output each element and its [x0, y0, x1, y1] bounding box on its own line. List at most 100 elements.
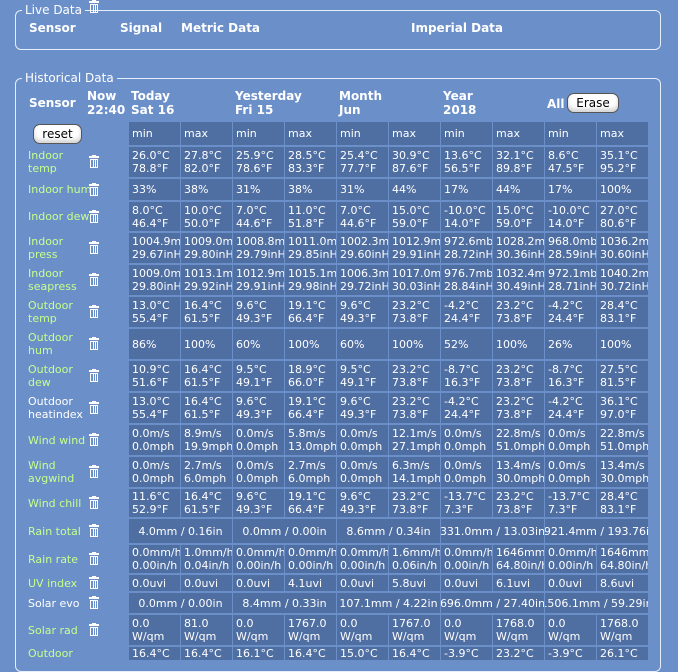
value-line: 4.1uvi	[288, 576, 323, 590]
value-line: 73.8°F	[392, 312, 429, 325]
header-month: Month Jun	[339, 89, 382, 117]
value-line: 0.0m/s	[340, 459, 378, 472]
value-line: 19.1°C	[288, 490, 326, 503]
value-cell: 26.0°C 78.8°F	[129, 147, 180, 177]
value-line: 0.0mph	[132, 472, 175, 485]
trash-icon[interactable]	[88, 210, 100, 223]
trash-icon[interactable]	[88, 433, 100, 446]
value-line: 100%	[496, 337, 528, 351]
value-cell: 81.0 W/qm	[181, 615, 232, 645]
value-line: 38%	[184, 183, 209, 196]
value-cell: 0.0uvi	[337, 575, 388, 591]
value-line: 6.1uvi	[496, 576, 531, 590]
value-line: 30.9°C	[392, 149, 430, 162]
value-line: 0.0uvi	[340, 576, 375, 590]
value-cell: 0.0mm/h 0.00in/h	[285, 545, 336, 573]
merged-value-cell: 4.0mm / 0.16in	[129, 519, 232, 543]
value-line: 59.0°F	[496, 216, 533, 230]
trash-icon[interactable]	[88, 183, 100, 196]
trash-icon[interactable]	[88, 401, 100, 414]
value-cell: 0.0m/s 0.0mph	[441, 457, 492, 487]
value-line: -10.0°C	[444, 203, 486, 217]
sensor-label-line: Solar evo	[28, 596, 80, 610]
value-line: 0.00in/h	[288, 559, 334, 572]
trash-icon[interactable]	[88, 337, 100, 350]
value-line: 0.0	[340, 617, 358, 630]
value-line: 61.5°F	[184, 503, 221, 516]
value-line: 49.3°F	[340, 503, 377, 516]
value-line: 61.5°F	[184, 408, 221, 421]
value-line: 38%	[288, 183, 313, 196]
trash-icon[interactable]	[88, 596, 100, 609]
value-cell: 27.0°C 80.6°F	[597, 202, 648, 231]
trash-icon[interactable]	[88, 496, 100, 509]
trash-icon[interactable]	[88, 241, 100, 254]
trash-icon[interactable]	[88, 465, 100, 478]
value-line: 1768.0	[600, 617, 639, 630]
value-line: 23.2°C	[496, 647, 534, 660]
sensor-label-line: Wind chill	[28, 496, 82, 510]
erase-button[interactable]: Erase	[567, 93, 619, 113]
value-line: 16.1°C	[236, 647, 274, 660]
value-line: 73.8°F	[496, 408, 533, 421]
trash-icon[interactable]	[88, 524, 100, 537]
value-line: 95.2°F	[600, 162, 637, 175]
value-cell: -8.7°C 16.3°F	[441, 361, 492, 391]
value-line: 1768.0	[496, 617, 535, 630]
value-line: 51.8°F	[288, 216, 325, 230]
minmax-header-cell: max	[389, 122, 440, 145]
value-cell: 1013.1mb29.92inHg	[181, 265, 232, 295]
value-line: -8.7°C	[548, 363, 583, 376]
trash-icon[interactable]	[88, 155, 100, 168]
header-today: Today Sat 16	[131, 89, 174, 117]
value-cell: 0.0 W/qm	[441, 615, 492, 645]
trash-icon[interactable]	[88, 0, 100, 13]
trash-icon[interactable]	[88, 623, 100, 636]
value-cell: 6.1uvi	[493, 575, 544, 591]
value-line: 60%	[340, 337, 365, 351]
value-line: W/qm	[132, 630, 165, 643]
trash-icon[interactable]	[88, 273, 100, 286]
value-cell: 0.0uvi	[233, 575, 284, 591]
value-line: 100%	[184, 337, 216, 351]
trash-icon[interactable]	[88, 552, 100, 565]
value-line: 31%	[236, 183, 261, 196]
trash-icon[interactable]	[88, 305, 100, 318]
value-line: 11.6°C	[132, 490, 170, 503]
value-line: 0.0m/s	[444, 427, 482, 440]
trash-icon[interactable]	[88, 576, 100, 589]
reset-button[interactable]: reset	[33, 124, 82, 144]
value-line: 14.0°F	[548, 216, 585, 230]
sensor-label-line: press	[28, 248, 58, 261]
header-now-label: Now	[87, 89, 117, 103]
value-line: 0.06in/h	[392, 559, 438, 572]
value-cell: 23.2°C 73.8°F	[389, 393, 440, 423]
value-cell: -4.2°C 24.4°F	[441, 297, 492, 327]
value-line: 0.0	[132, 617, 150, 630]
sensor-label: Rain rate	[28, 545, 78, 573]
value-cell: 10.9°C 51.6°F	[129, 361, 180, 391]
value-line: 33%	[132, 183, 157, 196]
value-cell: 0.0uvi	[441, 575, 492, 591]
header-yesterday: Yesterday Fri 15	[235, 89, 302, 117]
value-line: W/qm	[184, 630, 217, 643]
sensor-label-line: Indoor dew	[28, 210, 90, 223]
value-cell: 9.6°C 49.3°F	[337, 297, 388, 327]
value-cell: 23.2°C 73.8°F	[493, 297, 544, 327]
value-line: 29.92inHg	[184, 280, 232, 293]
value-line: 6.0mph	[184, 472, 227, 485]
value-cell: 1006.3mb29.72inHg	[337, 265, 388, 295]
value-line: 16.4°C	[288, 647, 326, 660]
value-line: 51.6°F	[132, 376, 169, 389]
value-line: 16.4°C	[184, 299, 222, 312]
value-line: 0.0	[236, 617, 254, 630]
value-line: 30.0mph	[600, 472, 648, 485]
value-line: W/qm	[340, 630, 373, 643]
value-line: 0.0mph	[548, 440, 591, 453]
value-line: 0.0mph	[340, 440, 383, 453]
value-cell: 7.0°C 44.6°F	[337, 202, 388, 231]
value-line: 0.0m/s	[132, 427, 170, 440]
trash-icon[interactable]	[88, 369, 100, 382]
value-line: 83.1°F	[600, 312, 637, 325]
header-month-label: Month	[339, 89, 383, 103]
